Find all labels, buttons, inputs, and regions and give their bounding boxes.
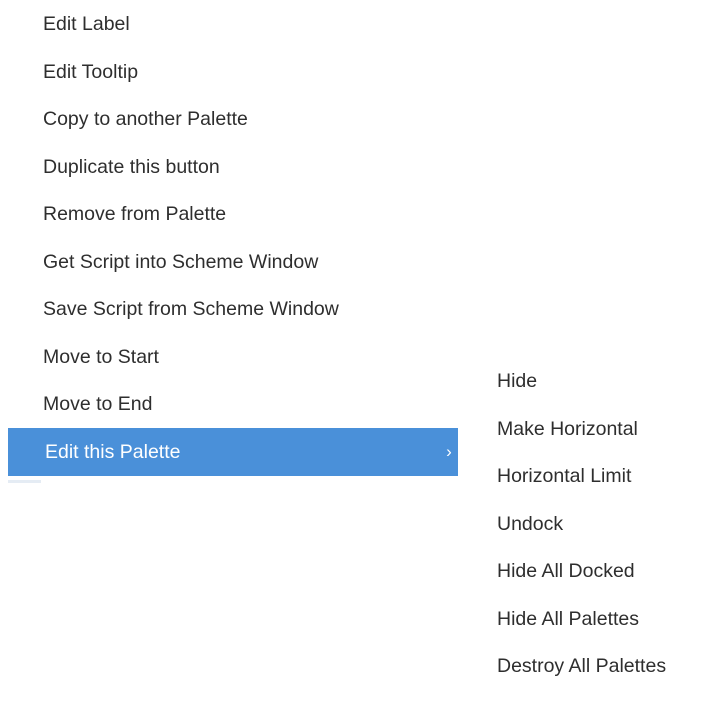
submenu-item-hide[interactable]: Hide: [470, 357, 719, 405]
submenu-item-destroy-all-palettes[interactable]: Destroy All Palettes: [470, 642, 719, 690]
submenu-item-undock[interactable]: Undock: [470, 500, 719, 548]
menu-item-label: Edit this Palette: [45, 441, 181, 463]
selection-edge-divider: [8, 480, 41, 483]
submenu-item-label: Undock: [497, 513, 564, 535]
submenu-item-label: Hide All Docked: [497, 560, 635, 582]
context-menu: Edit Label Edit Tooltip Copy to another …: [0, 0, 458, 488]
submenu-item-hide-all-palettes[interactable]: Hide All Palettes: [470, 595, 719, 643]
menu-item-move-to-start[interactable]: Move to Start: [0, 333, 458, 381]
submenu-item-label: Horizontal Limit: [497, 465, 632, 487]
submenu-item-label: Make Horizontal: [497, 418, 638, 440]
menu-item-label: Remove from Palette: [43, 203, 227, 225]
submenu-edit-this-palette: Hide Make Horizontal Horizontal Limit Un…: [470, 357, 719, 707]
menu-item-copy-to-another-palette[interactable]: Copy to another Palette: [0, 95, 458, 143]
menu-item-label: Move to End: [43, 393, 153, 415]
menu-item-label: Edit Label: [43, 13, 130, 35]
menu-item-save-script-from-scheme-window[interactable]: Save Script from Scheme Window: [0, 285, 458, 333]
submenu-item-hide-all-docked[interactable]: Hide All Docked: [470, 547, 719, 595]
menu-item-label: Duplicate this button: [43, 156, 220, 178]
submenu-item-label: Hide: [497, 370, 538, 392]
submenu-item-make-horizontal[interactable]: Make Horizontal: [470, 405, 719, 453]
submenu-item-label: Destroy All Palettes: [497, 655, 667, 677]
menu-item-duplicate-this-button[interactable]: Duplicate this button: [0, 143, 458, 191]
menu-item-move-to-end[interactable]: Move to End: [0, 380, 458, 428]
submenu-item-horizontal-limit[interactable]: Horizontal Limit: [470, 452, 719, 500]
menu-item-label: Edit Tooltip: [43, 61, 139, 83]
menu-item-label: Copy to another Palette: [43, 108, 248, 130]
menu-item-edit-tooltip[interactable]: Edit Tooltip: [0, 48, 458, 96]
screen: Edit Label Edit Tooltip Copy to another …: [0, 0, 719, 707]
chevron-right-icon: ›: [446, 442, 452, 461]
menu-item-edit-this-palette[interactable]: Edit this Palette ›: [8, 428, 458, 476]
menu-item-edit-label[interactable]: Edit Label: [0, 0, 458, 48]
menu-item-label: Save Script from Scheme Window: [43, 298, 339, 320]
menu-item-get-script-into-scheme-window[interactable]: Get Script into Scheme Window: [0, 238, 458, 286]
menu-item-label: Get Script into Scheme Window: [43, 251, 319, 273]
menu-item-label: Move to Start: [43, 346, 159, 368]
submenu-item-label: Hide All Palettes: [497, 608, 639, 630]
menu-item-remove-from-palette[interactable]: Remove from Palette: [0, 190, 458, 238]
